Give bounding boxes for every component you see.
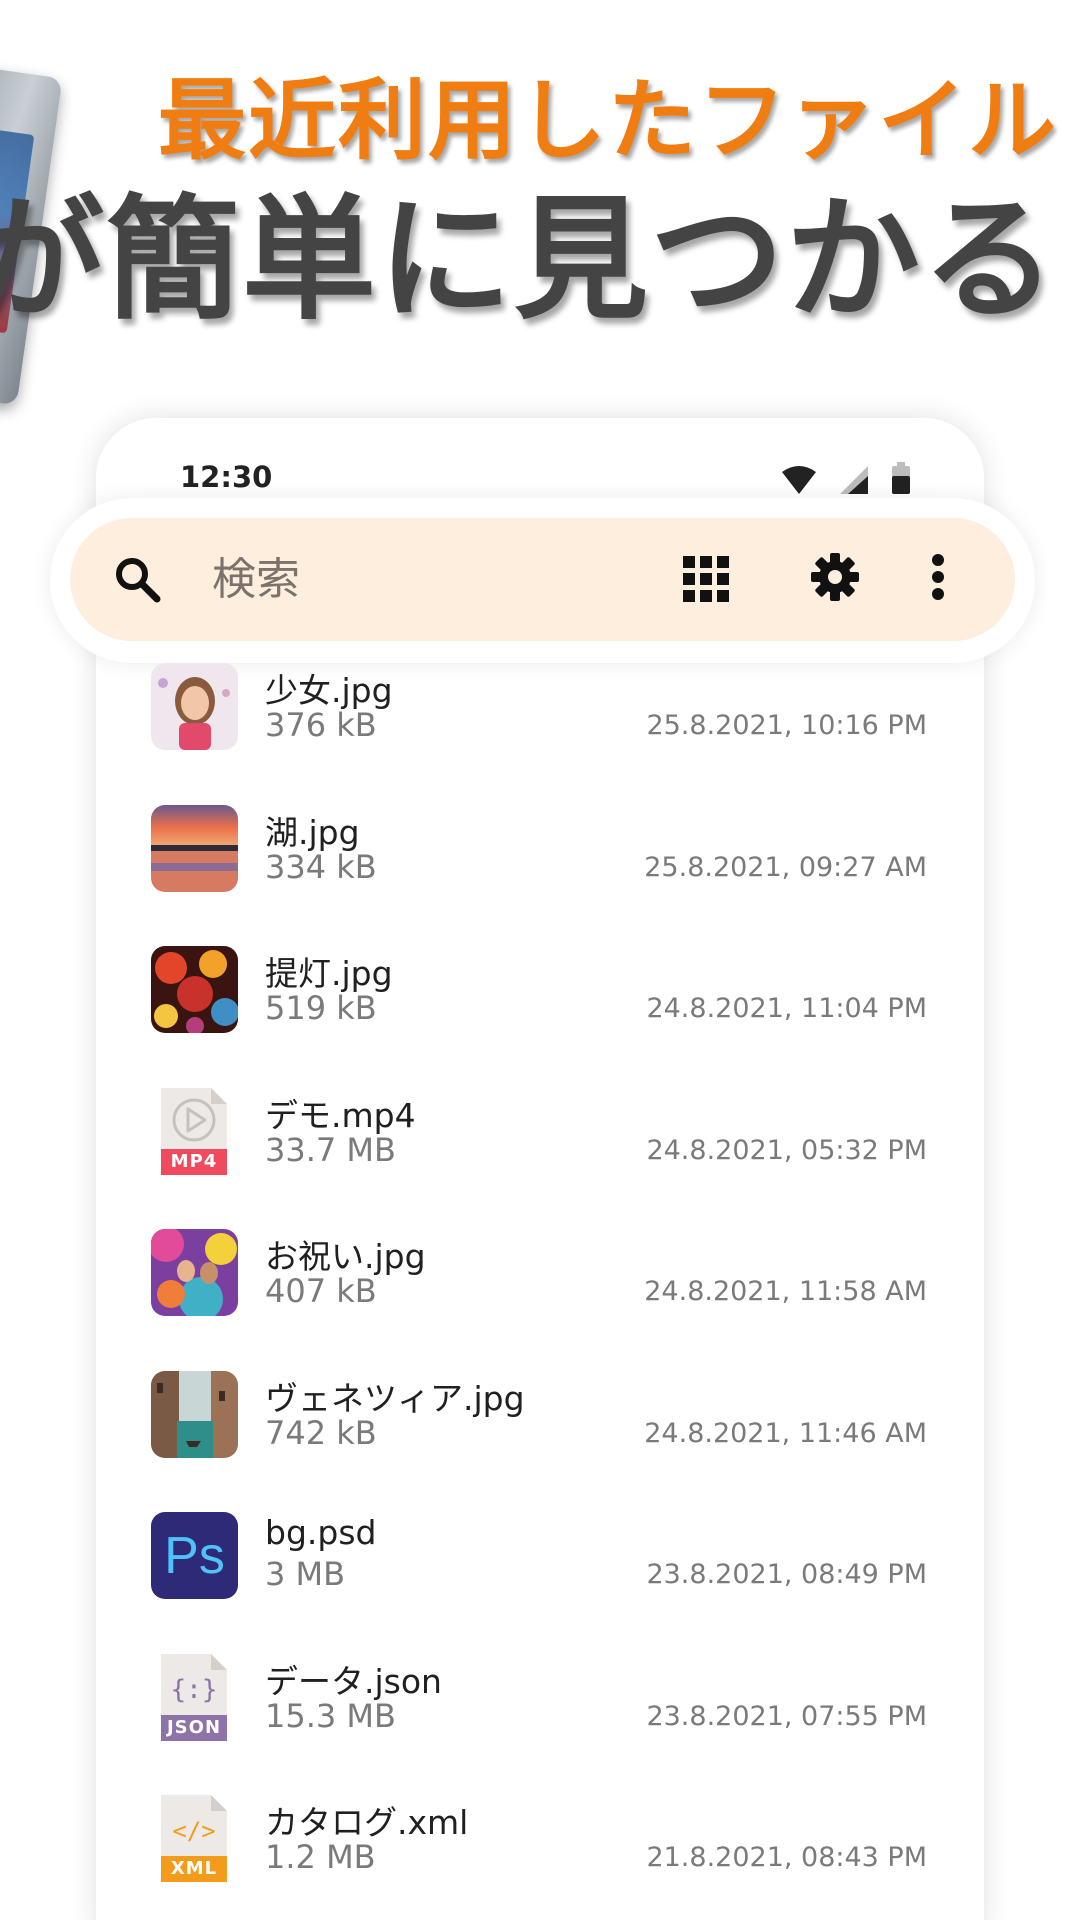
search-icon[interactable] [112, 554, 164, 606]
file-size: 3 MB [265, 1555, 346, 1593]
xml-badge: XML [161, 1856, 227, 1882]
file-row[interactable]: MP4 デモ.mp4 33.7 MB 24.8.2021, 05:32 PM [96, 1075, 984, 1217]
file-size: 33.7 MB [265, 1130, 396, 1169]
status-time: 12:30 [180, 460, 273, 494]
file-size: 519 kB [265, 989, 377, 1027]
file-size: 742 kB [265, 1413, 377, 1452]
svg-text:</>: </> [172, 1817, 215, 1845]
file-name: カタログ.xml [265, 1803, 469, 1842]
promo-headline-dark: が簡単に見つかる [0, 182, 1058, 338]
photo-lanterns-thumbnail [151, 946, 238, 1033]
file-row[interactable]: Ps bg.psd 3 MB 23.8.2021, 08:49 PM [96, 1499, 984, 1641]
file-row[interactable]: お祝い.jpg 407 kB 24.8.2021, 11:58 AM [96, 1216, 984, 1358]
file-row[interactable]: 提灯.jpg 519 kB 24.8.2021, 11:04 PM [96, 933, 984, 1075]
gear-icon[interactable] [810, 552, 860, 602]
file-name: 提灯.jpg [265, 954, 393, 993]
file-date: 24.8.2021, 11:46 AM [644, 1417, 927, 1449]
wifi-icon [782, 466, 816, 494]
photo-venice-thumbnail [151, 1370, 238, 1458]
battery-icon [892, 462, 910, 494]
signal-icon [840, 466, 868, 494]
file-size: 334 kB [265, 847, 377, 886]
file-date: 24.8.2021, 11:04 PM [646, 993, 927, 1024]
search-input[interactable] [212, 548, 632, 610]
json-file-icon: {:} JSON [159, 1653, 229, 1741]
file-date: 25.8.2021, 09:27 AM [644, 851, 927, 883]
file-name: 湖.jpg [265, 812, 360, 852]
file-list: 少女.jpg 376 kB 25.8.2021, 10:16 PM 湖.jpg … [96, 650, 984, 1920]
file-name: 少女.jpg [265, 671, 393, 710]
more-vert-icon[interactable] [930, 554, 946, 600]
file-date: 24.8.2021, 11:58 AM [644, 1276, 927, 1307]
file-name: デモ.mp4 [265, 1095, 416, 1135]
file-date: 23.8.2021, 07:55 PM [646, 1700, 927, 1732]
xml-file-icon: </> XML [159, 1795, 229, 1882]
file-row[interactable]: 湖.jpg 334 kB 25.8.2021, 09:27 AM [96, 792, 984, 934]
file-date: 25.8.2021, 10:16 PM [646, 710, 927, 741]
json-badge: JSON [161, 1714, 227, 1741]
file-date: 21.8.2021, 08:43 PM [646, 1842, 927, 1873]
file-row[interactable]: {:} JSON データ.json 15.3 MB 23.8.2021, 07:… [96, 1641, 984, 1783]
file-size: 376 kB [265, 706, 377, 744]
psd-badge: Ps [164, 1527, 225, 1585]
photo-girl-thumbnail [151, 663, 238, 750]
mp4-file-icon: MP4 [159, 1087, 229, 1175]
file-row[interactable]: </> XML カタログ.xml 1.2 MB 21.8.2021, 08:43… [96, 1782, 984, 1920]
file-row[interactable]: ヴェネツィア.jpg 742 kB 24.8.2021, 11:46 AM [96, 1358, 984, 1500]
file-date: 24.8.2021, 05:32 PM [646, 1134, 927, 1166]
status-icons [782, 462, 910, 494]
file-date: 23.8.2021, 08:49 PM [646, 1559, 927, 1590]
promo-headline-orange: 最近利用したファイル [157, 69, 1058, 172]
screen: 最近利用したファイル が簡単に見つかる 12:30 検索 少女.jpg 376 … [0, 0, 1080, 1920]
file-size: 407 kB [265, 1272, 377, 1310]
file-name: お祝い.jpg [265, 1237, 426, 1276]
file-name: データ.json [265, 1661, 442, 1701]
grid-view-icon[interactable] [683, 556, 729, 602]
psd-file-icon: Ps [151, 1512, 238, 1599]
photo-celebration-thumbnail [151, 1229, 238, 1316]
file-row[interactable]: 少女.jpg 376 kB 25.8.2021, 10:16 PM [96, 650, 984, 792]
svg-text:{:}: {:} [171, 1675, 218, 1705]
file-size: 15.3 MB [265, 1696, 396, 1735]
mp4-badge: MP4 [161, 1148, 227, 1175]
photo-lake-thumbnail [151, 804, 238, 892]
file-name: ヴェネツィア.jpg [265, 1378, 525, 1418]
file-name: bg.psd [265, 1513, 377, 1552]
file-size: 1.2 MB [265, 1838, 376, 1876]
